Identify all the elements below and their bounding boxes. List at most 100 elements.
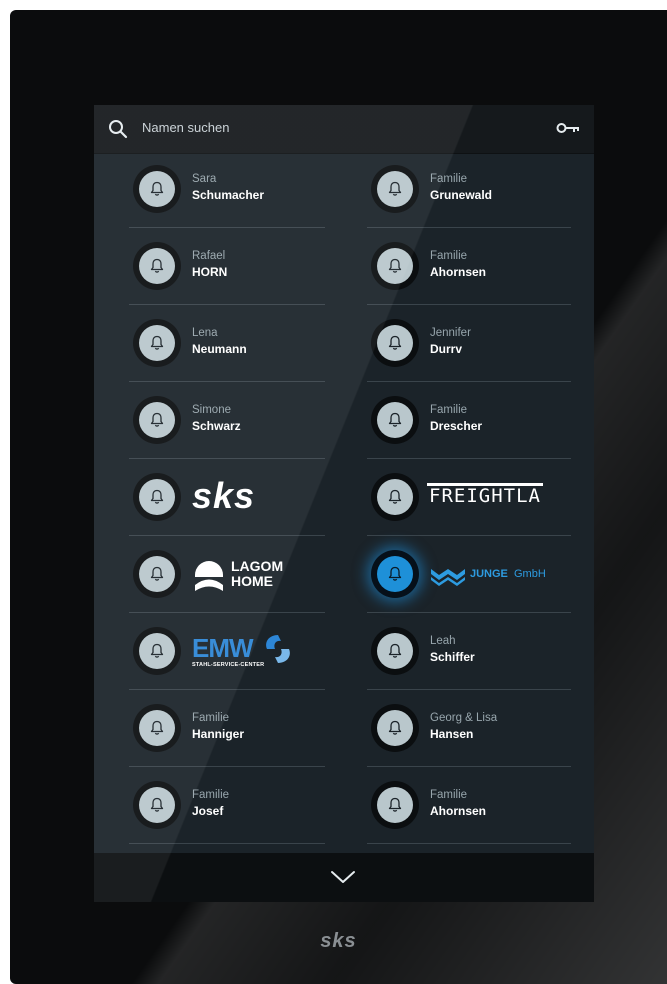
last-name: Ahornsen [430,804,487,818]
search-icon[interactable] [108,119,128,139]
last-name: HORN [192,265,228,279]
search-bar[interactable]: Namen suchen [94,105,594,154]
last-name: Schumacher [192,188,265,202]
divider [367,381,571,382]
bell-icon [150,412,164,427]
bell-icon [388,181,402,196]
divider [129,381,325,382]
bell-icon [388,720,402,735]
bell-button[interactable] [371,473,419,521]
list-item[interactable]: Rafael HORN [129,230,325,305]
bell-button[interactable] [133,781,181,829]
first-name: Rafael [192,250,226,262]
bell-button[interactable] [371,396,419,444]
bell-button[interactable] [133,165,181,213]
key-icon[interactable] [556,121,580,135]
list-item[interactable]: JUNGE GmbH [367,538,571,613]
bell-button[interactable] [371,704,419,752]
first-name: Familie [192,789,230,801]
bell-button[interactable] [371,781,419,829]
first-name: Sara [192,173,217,185]
sks-logo: sks [192,475,256,516]
list-item[interactable]: LAGOM HOME [129,538,325,613]
divider [129,535,325,536]
bell-button[interactable] [133,242,181,290]
bell-button[interactable] [133,704,181,752]
bell-button[interactable] [371,165,419,213]
divider [367,535,571,536]
device-brand-logo: sks [320,930,357,952]
list-item[interactable]: Familie Grunewald [367,153,571,228]
list-item[interactable]: Familie Ahornsen [367,769,571,844]
bell-button[interactable] [133,396,181,444]
first-name: Familie [192,712,230,724]
last-name: Schwarz [192,419,241,433]
intercom-device: Namen suchen Sara Schumacher Rafael HORN [10,10,667,984]
bell-button[interactable] [133,473,181,521]
bell-icon [150,335,164,350]
list-item[interactable]: Simone Schwarz [129,384,325,459]
bell-button[interactable] [133,627,181,675]
divider [367,766,571,767]
divider [129,304,325,305]
bell-icon [388,643,402,658]
list-item[interactable]: Sara Schumacher [129,153,325,228]
bell-icon [150,181,164,196]
junge-logo-bold: JUNGE [470,568,508,580]
bell-button[interactable] [133,319,181,367]
scroll-down-bar[interactable] [94,853,594,902]
divider [367,227,571,228]
list-item[interactable]: FREIGHTLA [367,461,571,536]
touch-screen: Namen suchen Sara Schumacher Rafael HORN [94,105,594,902]
bell-icon [388,566,402,581]
divider [367,612,571,613]
search-input[interactable]: Namen suchen [142,120,229,135]
list-item[interactable]: Familie Ahornsen [367,230,571,305]
chevron-down-icon[interactable] [328,869,358,885]
divider [129,843,325,844]
emw-logo-subtitle: STAHL-SERVICE-CENTER [192,662,265,668]
divider [129,689,325,690]
first-name: Georg & Lisa [430,712,498,724]
bell-icon [150,797,164,812]
last-name: Drescher [430,419,483,433]
divider [129,458,325,459]
lagom-logo-icon [195,561,223,591]
list-item[interactable]: Jennifer Durrv [367,307,571,382]
last-name: Neumann [192,342,247,356]
list-item[interactable]: Familie Hanniger [129,692,325,767]
list-item[interactable]: Familie Drescher [367,384,571,459]
freightla-logo: FREIGHTLA [427,483,543,507]
first-name: Familie [430,250,468,262]
bell-button[interactable] [133,550,181,598]
list-item[interactable]: sks [129,461,325,536]
list-item[interactable]: Leah Schiffer [367,615,571,690]
resident-list: Sara Schumacher Rafael HORN Lena Neumann… [94,153,594,853]
junge-logo-light: GmbH [514,568,546,580]
divider [129,766,325,767]
emw-logo: EMW [192,633,254,663]
first-name: Jennifer [430,327,471,339]
first-name: Leah [430,635,456,647]
bell-icon [388,412,402,427]
junge-logo-icon [431,569,465,586]
list-item[interactable]: EMW STAHL-SERVICE-CENTER [129,615,325,690]
list-item[interactable]: Georg & Lisa Hansen [367,692,571,767]
last-name: Grunewald [430,188,493,202]
bell-icon [150,566,164,581]
first-name: Familie [430,173,468,185]
bell-button[interactable] [371,319,419,367]
last-name: Ahornsen [430,265,487,279]
list-item[interactable]: Lena Neumann [129,307,325,382]
bell-icon [150,643,164,658]
divider [367,304,571,305]
divider [367,843,571,844]
bell-button-active[interactable] [371,550,419,598]
list-item[interactable]: Familie Josef [129,769,325,844]
bell-icon [150,720,164,735]
bell-icon [388,258,402,273]
bell-icon [388,335,402,350]
bell-button[interactable] [371,627,419,675]
divider [129,612,325,613]
bell-button[interactable] [371,242,419,290]
